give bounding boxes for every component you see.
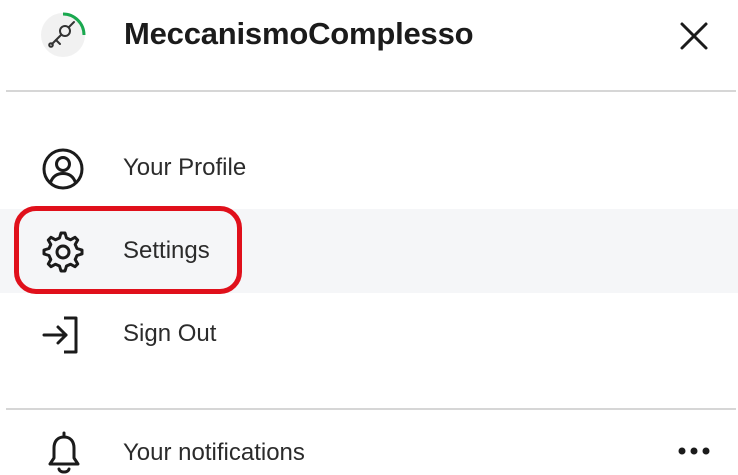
more-horizontal-icon[interactable] [672,441,716,461]
menu-item-your-profile[interactable]: Your Profile [0,126,738,210]
menu-item-label: Settings [123,237,210,264]
bell-icon [48,431,80,474]
close-icon[interactable] [672,14,716,58]
gear-icon [42,231,84,273]
user-circle-icon [42,148,84,190]
menu-item-label: Sign Out [123,320,217,347]
menu-item-sign-out[interactable]: Sign Out [0,292,738,376]
divider [6,90,736,92]
user-menu-panel: MeccanismoComplesso Your Profile Setting… [0,0,738,475]
menu-header: MeccanismoComplesso [0,0,738,90]
app-title: MeccanismoComplesso [124,16,474,51]
menu-item-label: Your Profile [123,154,247,181]
logo-icon [41,12,86,57]
notifications-label: Your notifications [123,439,305,466]
divider [6,408,736,410]
sign-out-icon [42,316,78,354]
notifications-row[interactable]: Your notifications [0,415,738,475]
menu-item-settings[interactable]: Settings [0,209,738,293]
